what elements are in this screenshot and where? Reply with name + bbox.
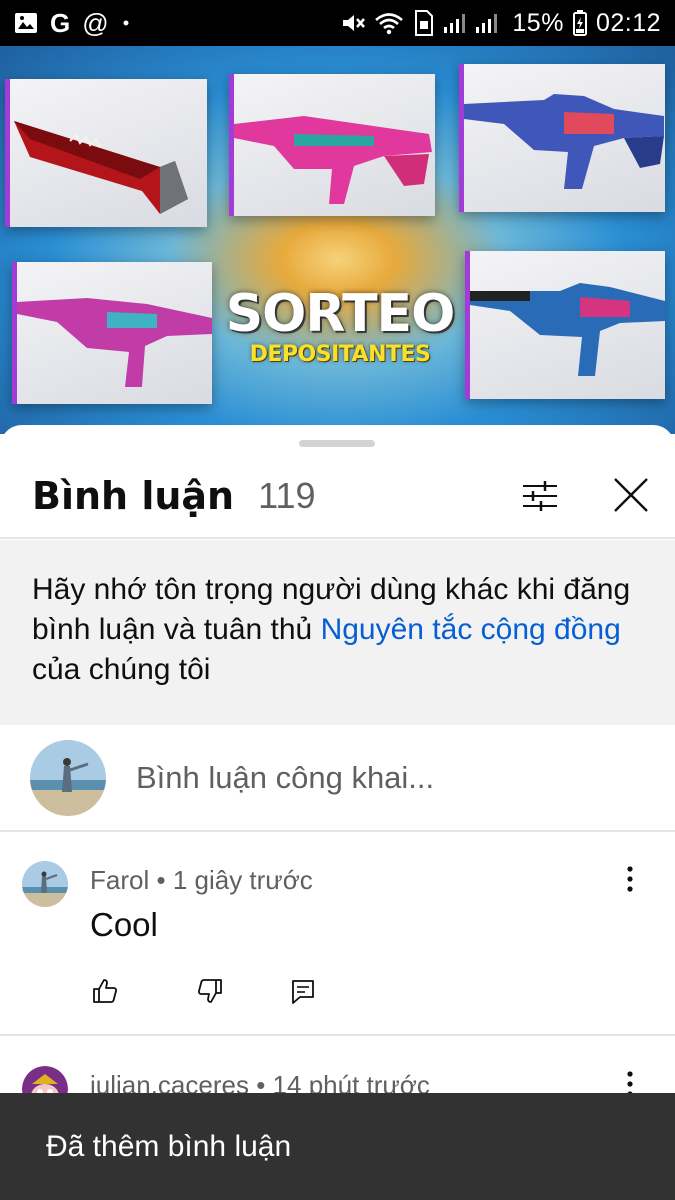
meta-separator: • xyxy=(156,865,173,895)
notice-text-end: của chúng tôi xyxy=(32,653,211,686)
signal-icon xyxy=(442,11,504,35)
knife-image xyxy=(14,121,188,214)
skin-card-rifle-1 xyxy=(229,74,435,216)
more-vert-icon xyxy=(627,866,633,892)
status-bar: G @ 15% 02:12 xyxy=(0,0,675,46)
divider xyxy=(0,537,675,539)
rifle-image xyxy=(234,116,432,204)
screen: G @ 15% 02:12 SORTEO DEPOSITANTES Bình l… xyxy=(0,0,675,1200)
skin-card-rifle-3 xyxy=(12,262,212,404)
thumbnail-title-main: SORTEO xyxy=(225,284,456,344)
thumb-up-icon xyxy=(93,979,118,1003)
thumb-down-icon xyxy=(197,979,222,1003)
comment-author[interactable]: Farol xyxy=(90,865,149,895)
battery-percent: 15% xyxy=(512,8,564,37)
rifle-image xyxy=(470,283,665,376)
at-icon: @ xyxy=(82,7,109,38)
skin-card-rifle-4 xyxy=(465,251,665,399)
video-player[interactable]: SORTEO DEPOSITANTES xyxy=(0,46,675,434)
wifi-icon xyxy=(374,11,404,35)
thumbnail-title-sub: DEPOSITANTES xyxy=(249,342,431,367)
comments-count: 119 xyxy=(258,475,316,516)
comments-sheet: Bình luận 119 Hãy nhớ tôn trọng người dù… xyxy=(0,425,675,1200)
reply-button[interactable] xyxy=(283,971,323,1011)
like-button[interactable] xyxy=(85,971,125,1011)
clock: 02:12 xyxy=(595,8,661,37)
sim-icon xyxy=(412,10,434,36)
sort-filter-button[interactable] xyxy=(518,474,562,518)
snackbar-message: Đã thêm bình luận xyxy=(46,1129,292,1163)
dislike-button[interactable] xyxy=(190,971,230,1011)
community-guidelines-notice: Hãy nhớ tôn trọng người dùng khác khi đă… xyxy=(0,540,675,725)
close-button[interactable] xyxy=(608,472,654,518)
comment-time: 1 giây trước xyxy=(172,865,313,895)
comments-title: Bình luận xyxy=(32,474,235,518)
tune-icon xyxy=(523,481,557,511)
comment-text: Cool xyxy=(90,906,158,943)
thumbnail-title: SORTEO DEPOSITANTES xyxy=(215,288,465,367)
user-avatar xyxy=(30,739,106,816)
google-icon: G xyxy=(50,7,71,38)
comment-input[interactable]: Bình luận công khai... xyxy=(136,760,434,796)
mute-icon xyxy=(340,11,366,35)
skin-card-rifle-2 xyxy=(459,64,665,212)
community-guidelines-link[interactable]: Nguyên tắc cộng đồng xyxy=(321,613,621,646)
gallery-icon xyxy=(14,12,38,34)
comment-item: Farol • 1 giây trước Cool xyxy=(0,845,675,1035)
comment-input-row[interactable]: Bình luận công khai... xyxy=(0,725,675,830)
rifle-image xyxy=(17,298,212,387)
comment-meta: Farol • 1 giây trước xyxy=(90,865,313,896)
close-icon xyxy=(614,478,648,512)
comments-header: Bình luận 119 xyxy=(0,455,675,537)
battery-icon xyxy=(572,9,588,37)
comment-author-avatar[interactable] xyxy=(22,861,68,907)
comment-more-button[interactable] xyxy=(612,857,648,901)
snackbar: Đã thêm bình luận xyxy=(0,1093,675,1200)
divider xyxy=(0,830,675,832)
reply-icon xyxy=(292,980,314,1004)
skin-card-knife xyxy=(5,79,207,227)
drag-handle[interactable] xyxy=(299,440,375,447)
divider xyxy=(0,1034,675,1036)
rifle-image xyxy=(464,94,664,189)
dot-icon xyxy=(121,18,131,28)
